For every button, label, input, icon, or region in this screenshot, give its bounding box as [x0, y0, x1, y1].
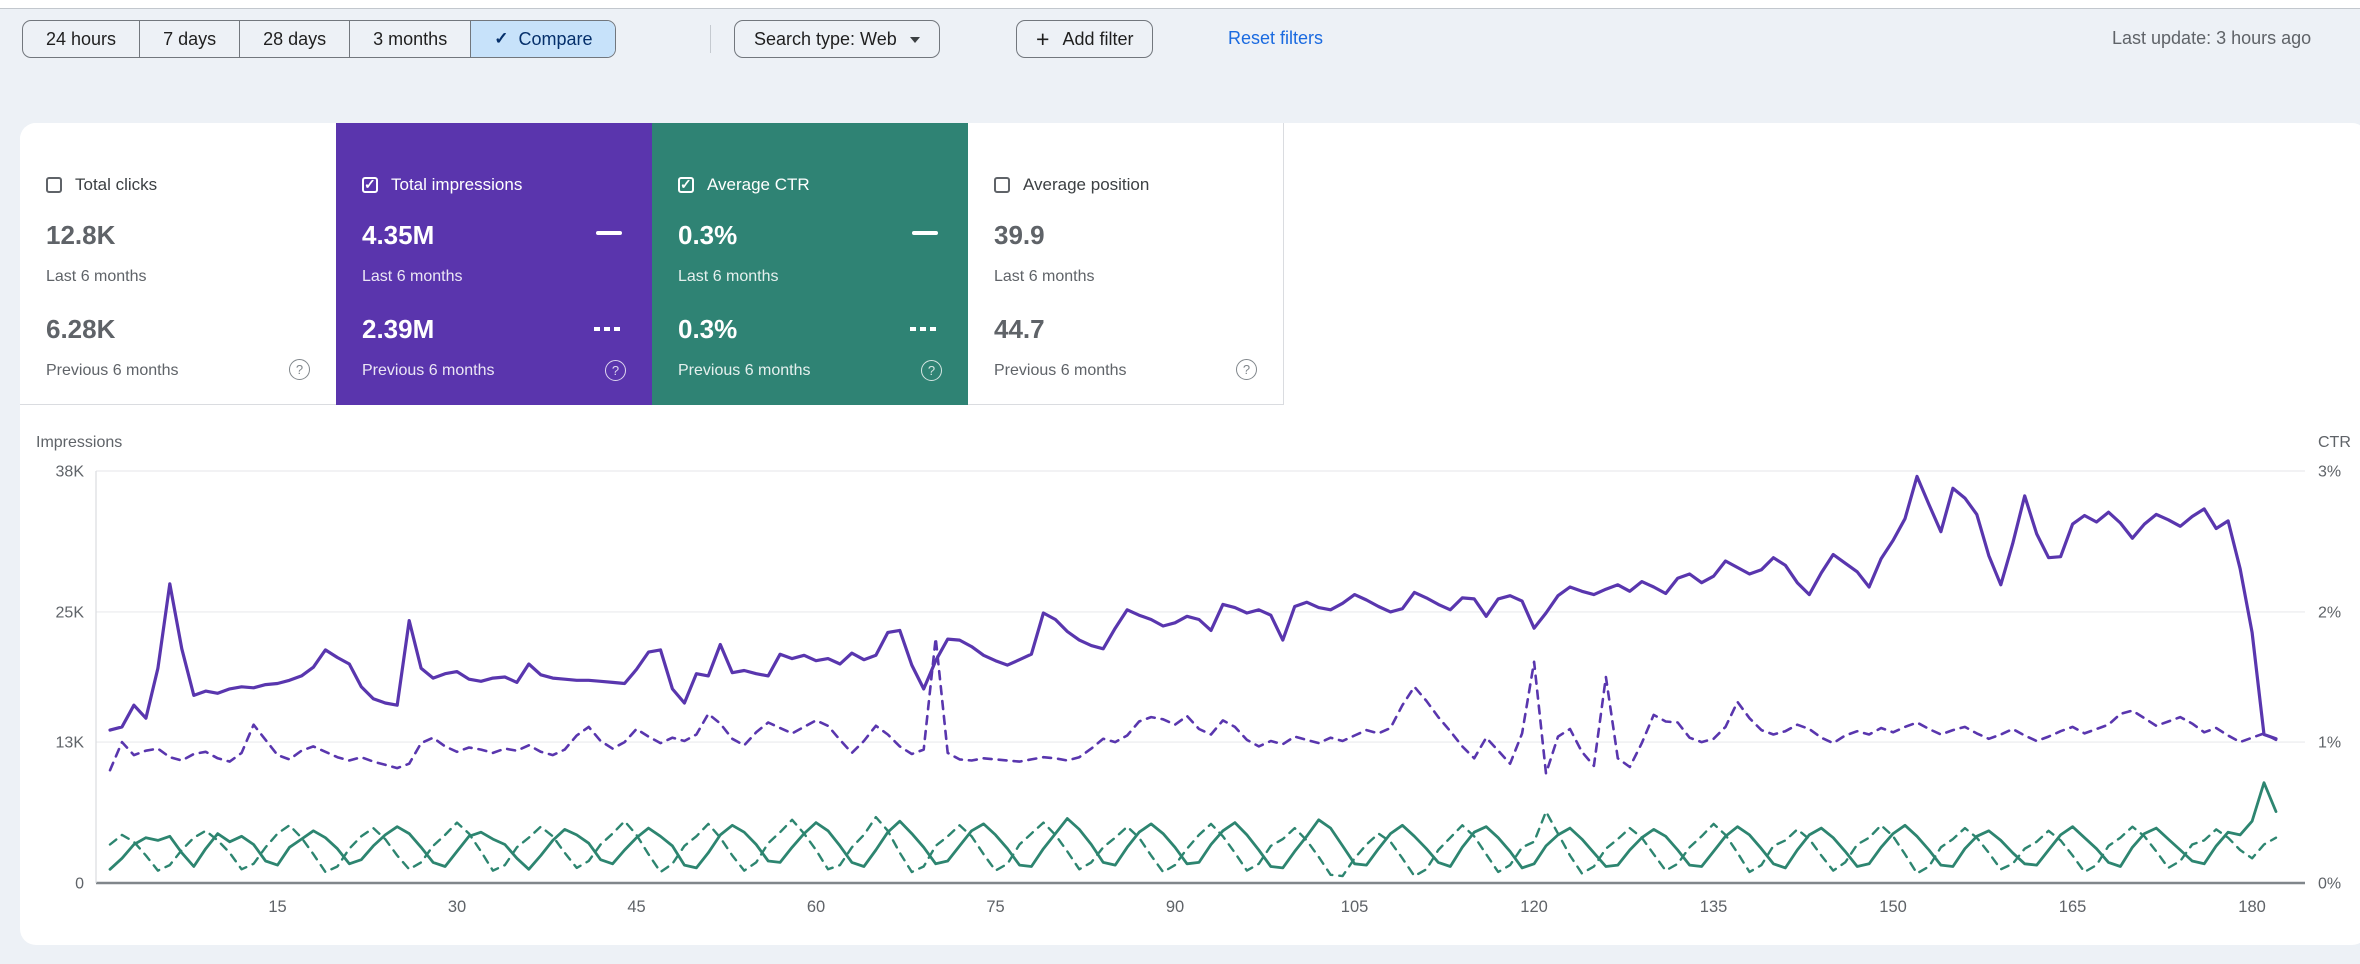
chevron-down-icon: [910, 37, 920, 43]
svg-text:180: 180: [2238, 898, 2266, 916]
svg-text:75: 75: [986, 898, 1004, 916]
tab-compare-label: Compare: [518, 29, 592, 50]
metric-value-previous: 6.28K: [46, 315, 310, 343]
metric-caption-current: Last 6 months: [46, 267, 310, 287]
metric-card-total-impressions[interactable]: ✓ Total impressions 4.35M Last 6 months …: [336, 123, 652, 405]
performance-chart[interactable]: 38K 3% 25K 2% 13K 1% 0 0% 15 30 45 60 75 90 105 120 135 1…: [0, 420, 2360, 964]
dashed-line-icon: [594, 327, 622, 331]
svg-text:3%: 3%: [2318, 464, 2341, 481]
solid-line-icon: [596, 231, 622, 235]
reset-filters-link[interactable]: Reset filters: [1228, 28, 1323, 49]
svg-text:0%: 0%: [2318, 876, 2341, 893]
metric-label: Average position: [1023, 175, 1149, 195]
svg-text:105: 105: [1341, 898, 1369, 916]
metric-card-header: ✓ Average CTR: [678, 175, 942, 195]
metric-label: Total clicks: [75, 175, 157, 195]
metric-value-previous: 0.3%: [678, 315, 942, 343]
metric-label: Average CTR: [707, 175, 810, 195]
checkbox-total-impressions[interactable]: ✓: [362, 177, 378, 193]
checkmark-icon: ✓: [494, 29, 508, 49]
metric-value-current: 39.9: [994, 221, 1257, 249]
svg-text:45: 45: [627, 898, 645, 916]
svg-text:25K: 25K: [56, 604, 85, 621]
help-icon[interactable]: ?: [605, 360, 626, 381]
tab-24-hours-label: 24 hours: [46, 29, 116, 50]
date-range-tabs: 24 hours 7 days 28 days 3 months ✓ Compa…: [22, 20, 616, 58]
svg-text:15: 15: [268, 898, 286, 916]
svg-text:30: 30: [448, 898, 466, 916]
help-icon[interactable]: ?: [1236, 359, 1257, 380]
metric-card-average-position[interactable]: ✓ Average position 39.9 Last 6 months 44…: [968, 123, 1284, 405]
search-console-performance-page: { "icons": { "check": "✓", "plus": "+", …: [0, 0, 2360, 964]
toolbar-divider: [710, 25, 711, 53]
metric-caption-current: Last 6 months: [362, 267, 626, 287]
metric-caption-previous: Previous 6 months: [678, 361, 942, 381]
metric-card-average-ctr[interactable]: ✓ Average CTR 0.3% Last 6 months 0.3% Pr…: [652, 123, 968, 405]
tab-compare[interactable]: ✓ Compare: [470, 21, 615, 57]
search-type-filter[interactable]: Search type: Web: [734, 20, 940, 58]
help-icon[interactable]: ?: [921, 360, 942, 381]
tab-3-months[interactable]: 3 months: [349, 21, 470, 57]
metric-caption-current: Last 6 months: [994, 267, 1257, 287]
tab-28-days-label: 28 days: [263, 29, 326, 50]
checkbox-average-ctr[interactable]: ✓: [678, 177, 694, 193]
last-update-text: Last update: 3 hours ago: [2112, 28, 2311, 49]
tab-28-days[interactable]: 28 days: [239, 21, 349, 57]
svg-text:1%: 1%: [2318, 735, 2341, 752]
tab-24-hours[interactable]: 24 hours: [23, 21, 139, 57]
svg-text:150: 150: [1879, 898, 1907, 916]
metric-caption-previous: Previous 6 months: [994, 361, 1257, 381]
svg-text:135: 135: [1700, 898, 1728, 916]
svg-text:0: 0: [75, 876, 84, 893]
metric-card-header: ✓ Total clicks: [46, 175, 310, 195]
metric-value-previous: 2.39M: [362, 315, 626, 343]
metric-card-header: ✓ Total impressions: [362, 175, 626, 195]
add-filter-label: Add filter: [1062, 29, 1133, 50]
svg-text:2%: 2%: [2318, 604, 2341, 621]
tab-7-days[interactable]: 7 days: [139, 21, 239, 57]
metric-caption-current: Last 6 months: [678, 267, 942, 287]
metric-value-current: 0.3%: [678, 221, 942, 249]
metric-value-current: 4.35M: [362, 221, 626, 249]
svg-text:13K: 13K: [56, 735, 85, 752]
checkmark-icon: ✓: [680, 176, 692, 193]
svg-text:38K: 38K: [56, 464, 85, 481]
plus-icon: +: [1036, 28, 1049, 51]
metric-card-total-clicks[interactable]: ✓ Total clicks 12.8K Last 6 months 6.28K…: [20, 123, 336, 405]
top-border-strip: [0, 0, 2360, 9]
metric-caption-previous: Previous 6 months: [46, 361, 310, 381]
tab-3-months-label: 3 months: [373, 29, 447, 50]
solid-line-icon: [912, 231, 938, 235]
checkbox-total-clicks[interactable]: ✓: [46, 177, 62, 193]
dashed-line-icon: [910, 327, 938, 331]
metric-label: Total impressions: [391, 175, 522, 195]
search-type-label: Search type: Web: [754, 29, 897, 50]
add-filter-button[interactable]: + Add filter: [1016, 20, 1153, 58]
tab-7-days-label: 7 days: [163, 29, 216, 50]
svg-text:120: 120: [1520, 898, 1548, 916]
svg-text:165: 165: [2059, 898, 2087, 916]
help-icon[interactable]: ?: [289, 359, 310, 380]
metric-value-previous: 44.7: [994, 315, 1257, 343]
checkmark-icon: ✓: [364, 176, 376, 193]
metric-caption-previous: Previous 6 months: [362, 361, 626, 381]
svg-text:90: 90: [1166, 898, 1184, 916]
metric-value-current: 12.8K: [46, 221, 310, 249]
checkbox-average-position[interactable]: ✓: [994, 177, 1010, 193]
svg-text:60: 60: [807, 898, 825, 916]
metric-card-header: ✓ Average position: [994, 175, 1257, 195]
